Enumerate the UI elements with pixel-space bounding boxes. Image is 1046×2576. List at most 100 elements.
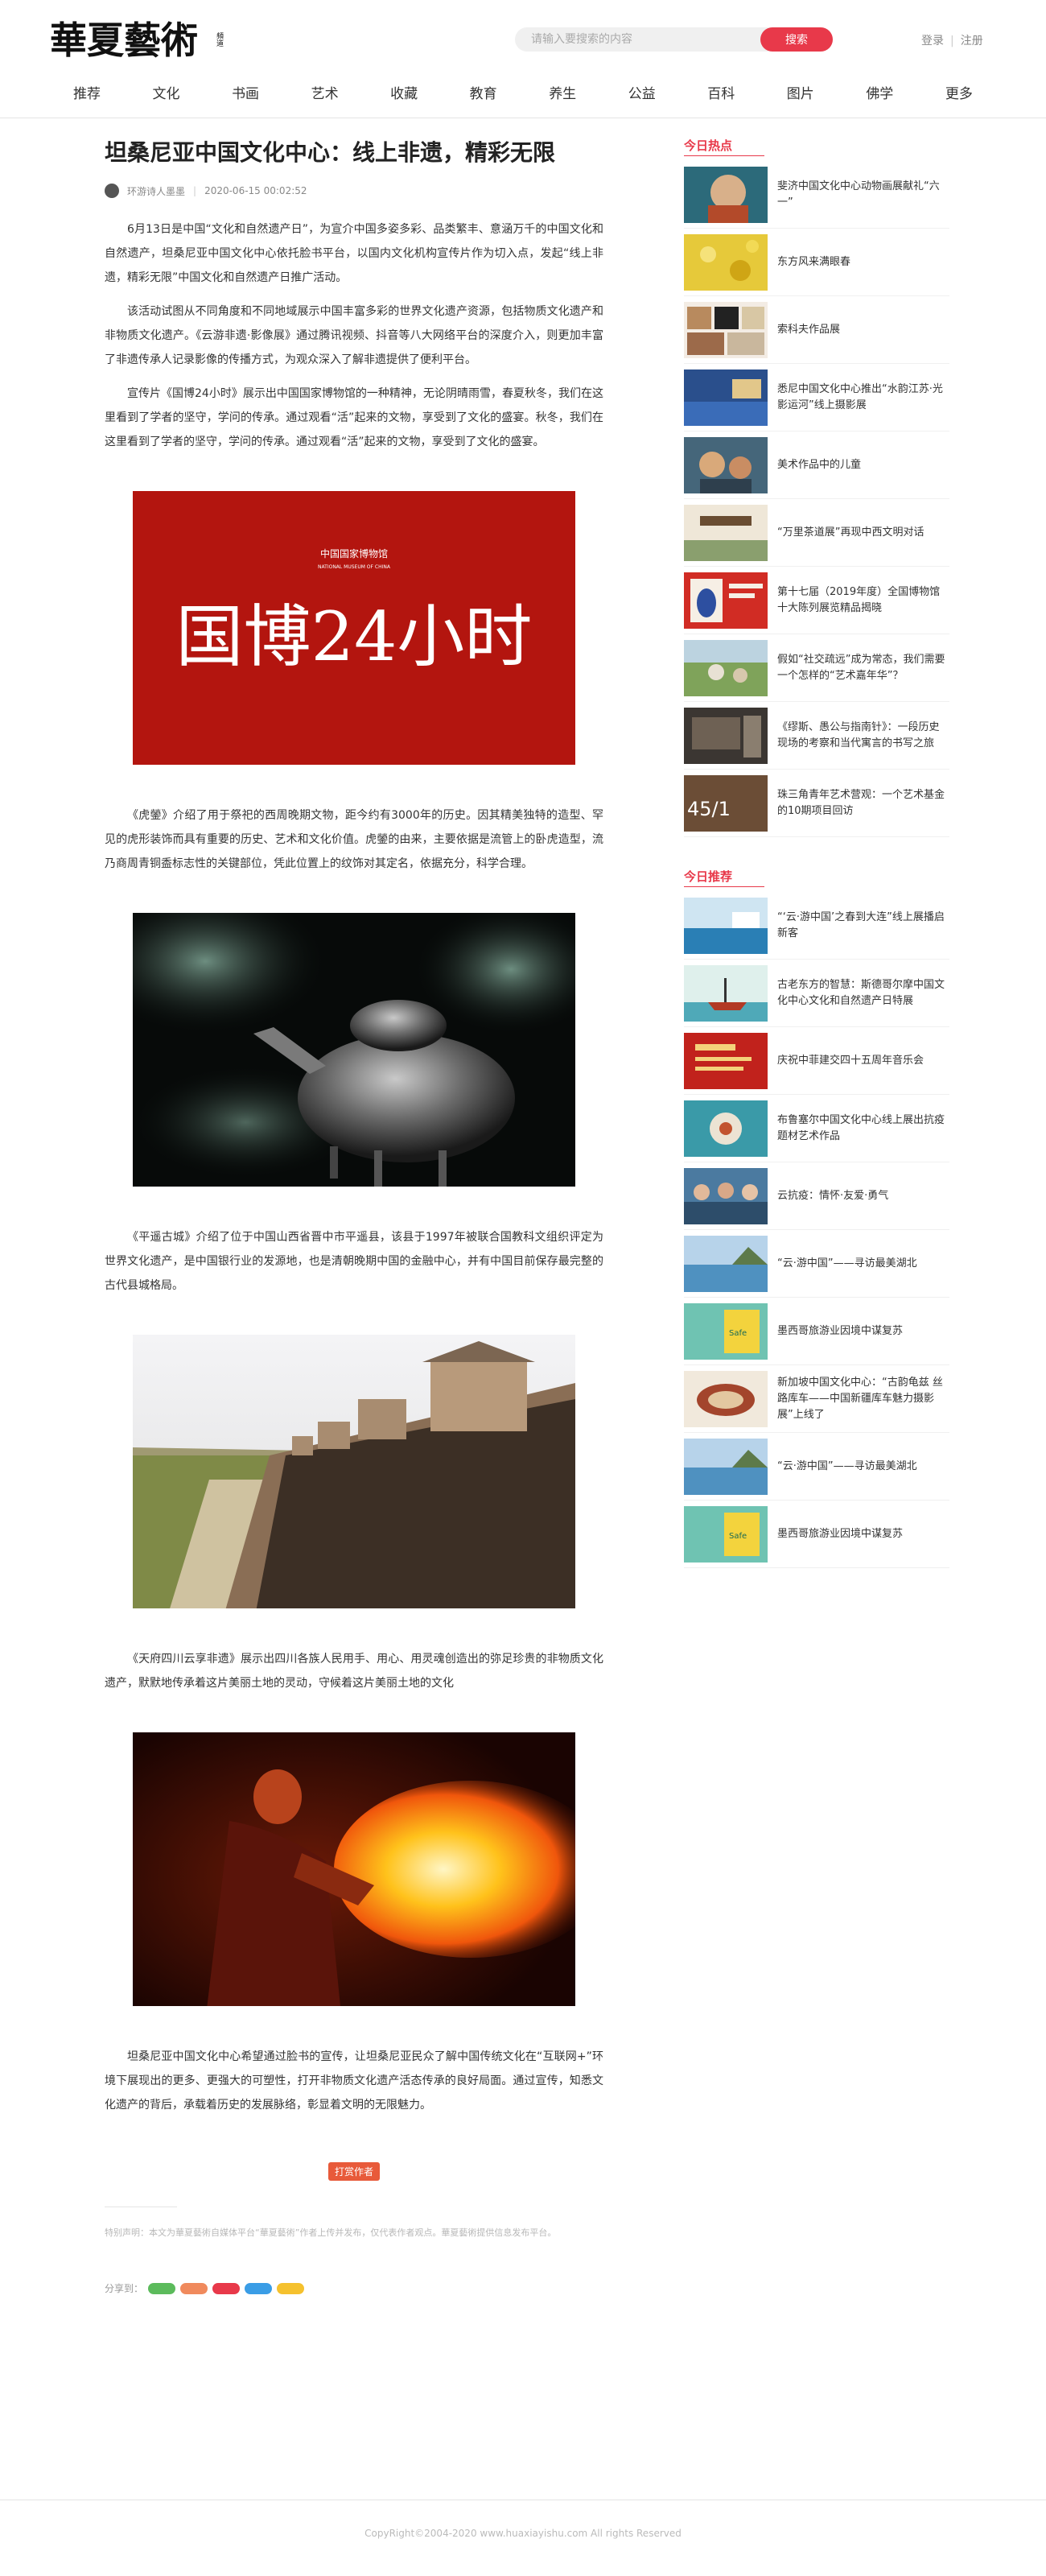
- article-body: 6月13日是中国“文化和自然遗产日”，为宣介中国多姿多彩、品类繁丰、意涵万千的中…: [105, 217, 603, 2117]
- sidebar-article-title[interactable]: 美术作品中的儿童: [777, 457, 861, 473]
- article-thumbnail[interactable]: [684, 233, 768, 291]
- article-thumbnail[interactable]: [684, 572, 768, 629]
- article-thumbnail[interactable]: [684, 1370, 768, 1427]
- sidebar-article-item[interactable]: Safe 墨西哥旅游业因境中谋复苏: [684, 1298, 949, 1365]
- article-paragraph: 该活动试图从不同角度和不同地域展示中国丰富多彩的世界文化遗产资源，包括物质文化遗…: [105, 305, 603, 366]
- sidebar-article-item[interactable]: 《缪斯、愚公与指南针》：一段历史现场的考察和当代寓言的书写之旅: [684, 702, 949, 770]
- nav-item[interactable]: 佛学: [841, 79, 918, 109]
- sidebar-article-title[interactable]: 斐济中国文化中心动物画展献礼“六一”: [777, 179, 949, 211]
- sidebar-article-item[interactable]: Safe 墨西哥旅游业因境中谋复苏: [684, 1501, 949, 1568]
- sidebar-article-title[interactable]: 墨西哥旅游业因境中谋复苏: [777, 1323, 903, 1340]
- sidebar-article-item[interactable]: 庆祝中菲建交四十五周年音乐会: [684, 1027, 949, 1095]
- sidebar-article-title[interactable]: 云抗疫：情怀·友爱·勇气: [777, 1188, 888, 1204]
- sidebar-article-item[interactable]: “云·游中国”——寻访最美湖北: [684, 1230, 949, 1298]
- article-thumbnail[interactable]: [684, 301, 768, 358]
- sichuan-fire-image: [133, 1732, 575, 2006]
- sidebar-article-title[interactable]: 假如“社交疏远”成为常态，我们需要一个怎样的“艺术嘉年华”？: [777, 652, 949, 684]
- article-thumbnail[interactable]: [684, 1438, 768, 1495]
- hot-list: 斐济中国文化中心动物画展献礼“六一” 东方风来满眼春 索科夫作品展悉尼中国文化中心推…: [684, 161, 949, 837]
- sidebar-article-item[interactable]: 斐济中国文化中心动物画展献礼“六一”: [684, 161, 949, 229]
- sidebar-article-title[interactable]: 第十七届（2019年度）全国博物馆十大陈列展览精品揭晓: [777, 584, 949, 617]
- article-paragraph: 《平遥古城》介绍了位于中国山西省晋中市平遥县，该县于1997年被联合国教科文组织…: [105, 1231, 603, 1292]
- nav-item[interactable]: 教育: [445, 79, 522, 109]
- nav-item[interactable]: 图片: [762, 79, 839, 109]
- nav-item[interactable]: 推荐: [48, 79, 126, 109]
- nav-item[interactable]: 公益: [603, 79, 681, 109]
- sidebar-article-item[interactable]: 古老东方的智慧：斯德哥尔摩中国文化中心文化和自然遗产日特展: [684, 960, 949, 1027]
- article-thumbnail[interactable]: [684, 897, 768, 954]
- article-thumbnail[interactable]: 45/1: [684, 774, 768, 832]
- sidebar-article-item[interactable]: 索科夫作品展: [684, 296, 949, 364]
- sidebar-article-title[interactable]: 悉尼中国文化中心推出“水韵江苏·光影运河”线上摄影展: [777, 382, 949, 414]
- search-button[interactable]: 搜索: [760, 27, 833, 52]
- sidebar-article-title[interactable]: 古老东方的智慧：斯德哥尔摩中国文化中心文化和自然遗产日特展: [777, 977, 949, 1009]
- article-paragraph: 《天府四川云享非遗》展示出四川各族人民用手、用心、用灵魂创造出的弥足珍贵的非物质…: [105, 1653, 603, 1690]
- article-paragraph: 《虎鎣》介绍了用于祭祀的西周晚期文物，距今约有3000年的历史。因其精美独特的造…: [105, 809, 603, 870]
- author-name[interactable]: 环游诗人墨墨: [127, 184, 185, 198]
- sidebar-article-item[interactable]: “万里茶道展”再现中西文明对话: [684, 499, 949, 567]
- article-thumbnail[interactable]: [684, 1167, 768, 1224]
- sidebar-article-title[interactable]: 墨西哥旅游业因境中谋复苏: [777, 1526, 903, 1542]
- sidebar-article-title[interactable]: “‘云·游中国’之春到大连”线上展播启新客: [777, 910, 949, 942]
- sidebar-article-item[interactable]: 新加坡中国文化中心：“古韵龟兹 丝路库车——中国新疆库车魅力摄影展”上线了: [684, 1365, 949, 1433]
- article-thumbnail[interactable]: [684, 1235, 768, 1292]
- nav-item[interactable]: 百科: [682, 79, 760, 109]
- tip-author-button[interactable]: 打赏作者: [327, 2162, 380, 2181]
- article-thumbnail[interactable]: [684, 369, 768, 426]
- sidebar-article-item[interactable]: 悉尼中国文化中心推出“水韵江苏·光影运河”线上摄影展: [684, 364, 949, 431]
- article-thumbnail[interactable]: [684, 707, 768, 764]
- sidebar-article-title[interactable]: 珠三角青年艺术营观：一个艺术基金的10期项目回访: [777, 787, 949, 819]
- meta-divider: |: [193, 185, 197, 196]
- tip-section: 打赏作者: [105, 2162, 603, 2181]
- article-thumbnail[interactable]: [684, 1032, 768, 1089]
- sidebar-article-item[interactable]: “‘云·游中国’之春到大连”线上展播启新客: [684, 892, 949, 960]
- sidebar-article-title[interactable]: 庆祝中菲建交四十五周年音乐会: [777, 1053, 924, 1069]
- sidebar-article-item[interactable]: 第十七届（2019年度）全国博物馆十大陈列展览精品揭晓: [684, 567, 949, 634]
- article-thumbnail[interactable]: [684, 639, 768, 696]
- sidebar-article-title[interactable]: 东方风来满眼春: [777, 254, 850, 270]
- sidebar-article-title[interactable]: “万里茶道展”再现中西文明对话: [777, 525, 924, 541]
- sidebar-article-title[interactable]: 新加坡中国文化中心：“古韵龟兹 丝路库车——中国新疆库车魅力摄影展”上线了: [777, 1375, 949, 1423]
- sidebar-article-title[interactable]: 布鲁塞尔中国文化中心线上展出抗疫题材艺术作品: [777, 1113, 949, 1145]
- moments-share-icon[interactable]: [180, 2282, 208, 2294]
- weibo-share-icon[interactable]: [212, 2282, 241, 2294]
- sidebar-article-title[interactable]: “云·游中国”——寻访最美湖北: [777, 1256, 917, 1272]
- sidebar-article-item[interactable]: 东方风来满眼春: [684, 229, 949, 296]
- article-thumbnail[interactable]: Safe: [684, 1505, 768, 1563]
- article-thumbnail[interactable]: [684, 964, 768, 1022]
- login-link[interactable]: 登录: [921, 35, 944, 47]
- sidebar-article-item[interactable]: 布鲁塞尔中国文化中心线上展出抗疫题材艺术作品: [684, 1095, 949, 1162]
- pingyao-city-image: [133, 1335, 575, 1608]
- article-thumbnail[interactable]: [684, 166, 768, 223]
- nav-item[interactable]: 更多: [920, 79, 998, 109]
- article-thumbnail[interactable]: [684, 504, 768, 561]
- author-avatar[interactable]: [105, 184, 119, 198]
- sidebar-article-item[interactable]: 45/1 珠三角青年艺术营观：一个艺术基金的10期项目回访: [684, 770, 949, 837]
- nav-item[interactable]: 养生: [524, 79, 601, 109]
- article-paragraph: 宣传片《国博24小时》展示出中国国家博物馆的一种精神，无论阴晴雨雪，春夏秋冬，我…: [105, 387, 603, 448]
- nav-item[interactable]: 艺术: [286, 79, 364, 109]
- site-logo[interactable]: 華夏藝術 頻道: [50, 16, 231, 64]
- publish-date: 2020-06-15 00:02:52: [204, 185, 307, 196]
- qzone-share-icon[interactable]: [277, 2282, 305, 2294]
- qq-share-icon[interactable]: [245, 2282, 273, 2294]
- auth-links: 登录 | 注册: [921, 32, 983, 48]
- nav-item[interactable]: 文化: [128, 79, 205, 109]
- wechat-share-icon[interactable]: [148, 2282, 176, 2294]
- search-input[interactable]: [515, 27, 768, 52]
- tiger-vessel-image: [133, 913, 575, 1187]
- sidebar-article-title[interactable]: 索科夫作品展: [777, 322, 840, 338]
- sidebar-article-item[interactable]: 美术作品中的儿童: [684, 431, 949, 499]
- article-thumbnail[interactable]: [684, 1100, 768, 1157]
- sidebar-article-item[interactable]: “云·游中国”——寻访最美湖北: [684, 1433, 949, 1501]
- article-thumbnail[interactable]: [684, 436, 768, 493]
- sidebar-article-title[interactable]: 《缪斯、愚公与指南针》：一段历史现场的考察和当代寓言的书写之旅: [777, 720, 949, 752]
- sidebar-article-item[interactable]: 云抗疫：情怀·友爱·勇气: [684, 1162, 949, 1230]
- guobo-24-title: 国博24小时: [176, 597, 533, 676]
- article-thumbnail[interactable]: Safe: [684, 1302, 768, 1360]
- register-link[interactable]: 注册: [961, 35, 983, 47]
- sidebar-article-item[interactable]: 假如“社交疏远”成为常态，我们需要一个怎样的“艺术嘉年华”？: [684, 634, 949, 702]
- nav-item[interactable]: 收藏: [365, 79, 443, 109]
- sidebar-article-title[interactable]: “云·游中国”——寻访最美湖北: [777, 1459, 917, 1475]
- nav-item[interactable]: 书画: [207, 79, 284, 109]
